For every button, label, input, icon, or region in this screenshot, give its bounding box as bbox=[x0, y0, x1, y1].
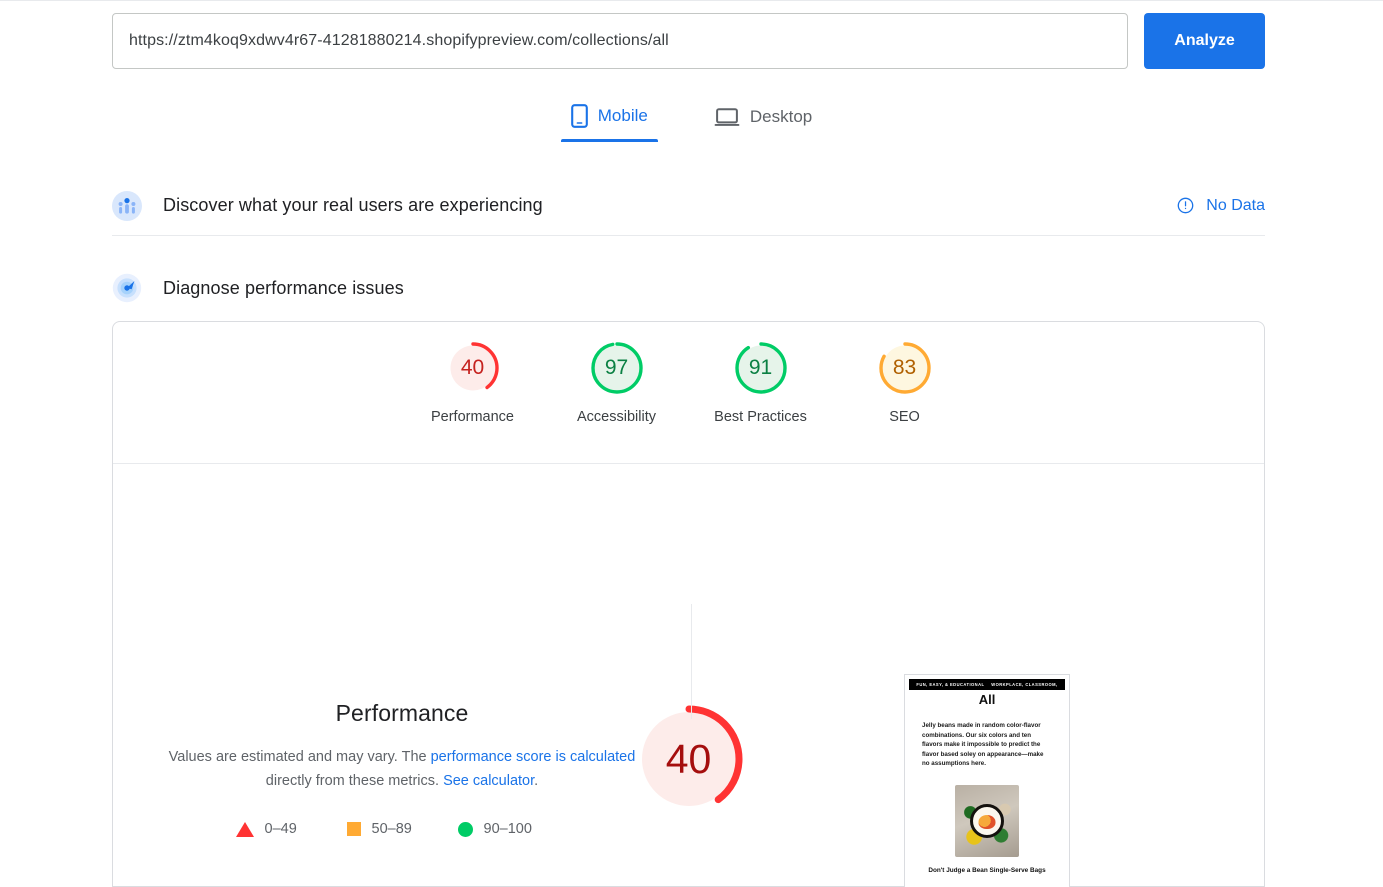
performance-desc-part1: Values are estimated and may vary. The bbox=[168, 749, 431, 765]
gauge-ring-accessibility: 97 bbox=[589, 340, 645, 396]
triangle-icon bbox=[235, 821, 254, 837]
score-label-seo: SEO bbox=[889, 409, 920, 425]
speedometer-icon bbox=[112, 273, 142, 303]
vertical-divider bbox=[691, 604, 692, 719]
lab-data-section-header: Diagnose performance issues bbox=[112, 266, 1265, 310]
legend-item-average: 50–89 bbox=[346, 821, 458, 837]
form-factor-tabs: Mobile Desktop bbox=[0, 98, 1383, 142]
score-value-performance: 40 bbox=[460, 356, 485, 379]
product-logo-badge bbox=[970, 803, 1004, 838]
lab-data-title: Diagnose performance issues bbox=[163, 277, 404, 298]
gauge-ring-performance: 40 bbox=[445, 340, 501, 396]
performance-heading: Performance bbox=[335, 700, 469, 726]
thumbnail-page-body: Jelly beans made in random color-flavor … bbox=[922, 722, 1044, 768]
thumbnail-product-name: Don't Judge a Bean Single-Serve Bags bbox=[928, 866, 1046, 874]
score-legend: 0–49 50–89 90–100 bbox=[235, 821, 569, 837]
marquee-text-right: WORKPLACE, CLASSROOM, bbox=[991, 682, 1058, 687]
legend-range-average: 50–89 bbox=[371, 821, 412, 837]
gauge-ring-best-practices: 91 bbox=[733, 340, 789, 396]
thumbnail-product-image-wrap bbox=[909, 784, 1065, 857]
tab-mobile[interactable]: Mobile bbox=[560, 98, 658, 142]
marquee-text-left: FUN, EASY, & EDUCATIONAL bbox=[916, 682, 985, 687]
score-value-best-practices: 91 bbox=[748, 356, 773, 379]
page-screenshot-thumbnail[interactable]: FUN, EASY, & EDUCATIONAL WORKPLACE, CLAS… bbox=[904, 674, 1070, 887]
performance-text-block: Performance Values are estimated and may… bbox=[113, 464, 691, 837]
score-gauges-row: 40 Performance 97 Accessibility 91 Best … bbox=[113, 322, 1264, 464]
tab-mobile-label: Mobile bbox=[597, 106, 648, 125]
users-group-icon bbox=[112, 190, 142, 221]
url-bar-row: https://ztm4koq9xdwv4r67-41281880214.sho… bbox=[112, 13, 1265, 69]
top-divider bbox=[0, 0, 1383, 1]
mobile-phone-icon bbox=[570, 104, 588, 128]
performance-desc-part3: . bbox=[534, 773, 539, 789]
score-label-performance: Performance bbox=[430, 409, 514, 425]
performance-description: Values are estimated and may vary. The p… bbox=[152, 745, 652, 793]
field-data-title: Discover what your real users are experi… bbox=[163, 195, 543, 215]
thumbnail-page-heading: All bbox=[978, 692, 996, 707]
legend-item-good: 90–100 bbox=[457, 821, 569, 837]
pagespeed-insights-page: https://ztm4koq9xdwv4r67-41281880214.sho… bbox=[0, 0, 1383, 887]
gauge-ring-seo: 83 bbox=[877, 340, 933, 396]
tab-desktop[interactable]: Desktop bbox=[704, 100, 822, 142]
score-gauge-seo[interactable]: 83 SEO bbox=[833, 340, 977, 425]
product-bag-image bbox=[955, 784, 1019, 857]
circle-icon bbox=[457, 821, 473, 837]
url-input[interactable]: https://ztm4koq9xdwv4r67-41281880214.sho… bbox=[112, 13, 1128, 69]
tab-desktop-label: Desktop bbox=[749, 107, 813, 126]
legend-range-poor: 0–49 bbox=[264, 821, 297, 837]
legend-range-good: 90–100 bbox=[483, 821, 532, 837]
lighthouse-report-card: 40 Performance 97 Accessibility 91 Best … bbox=[112, 321, 1265, 887]
square-icon bbox=[346, 822, 361, 836]
analyze-button[interactable]: Analyze bbox=[1144, 13, 1265, 69]
score-label-best-practices: Best Practices bbox=[714, 409, 807, 425]
score-gauge-best-practices[interactable]: 91 Best Practices bbox=[689, 340, 833, 425]
no-data-label: No Data bbox=[1206, 196, 1265, 214]
score-value-seo: 83 bbox=[892, 356, 917, 379]
performance-detail: 40 Performance Values are estimated and … bbox=[113, 464, 1264, 887]
score-gauge-performance[interactable]: 40 Performance bbox=[401, 340, 545, 425]
field-data-status[interactable]: No Data bbox=[1177, 197, 1265, 215]
score-label-accessibility: Accessibility bbox=[577, 409, 656, 425]
field-data-section-header: Discover what your real users are experi… bbox=[112, 176, 1265, 236]
score-value-accessibility: 97 bbox=[604, 356, 629, 379]
score-gauge-accessibility[interactable]: 97 Accessibility bbox=[545, 340, 689, 425]
see-calculator-link[interactable]: See calculator bbox=[443, 773, 534, 789]
performance-score-calculated-link[interactable]: performance score is calculated bbox=[431, 749, 636, 765]
info-circle-icon[interactable] bbox=[1177, 197, 1194, 214]
performance-desc-part2: directly from these metrics. bbox=[265, 773, 444, 789]
laptop-icon bbox=[714, 106, 740, 128]
thumbnail-marquee: FUN, EASY, & EDUCATIONAL WORKPLACE, CLAS… bbox=[909, 679, 1065, 690]
legend-item-poor: 0–49 bbox=[235, 821, 347, 837]
